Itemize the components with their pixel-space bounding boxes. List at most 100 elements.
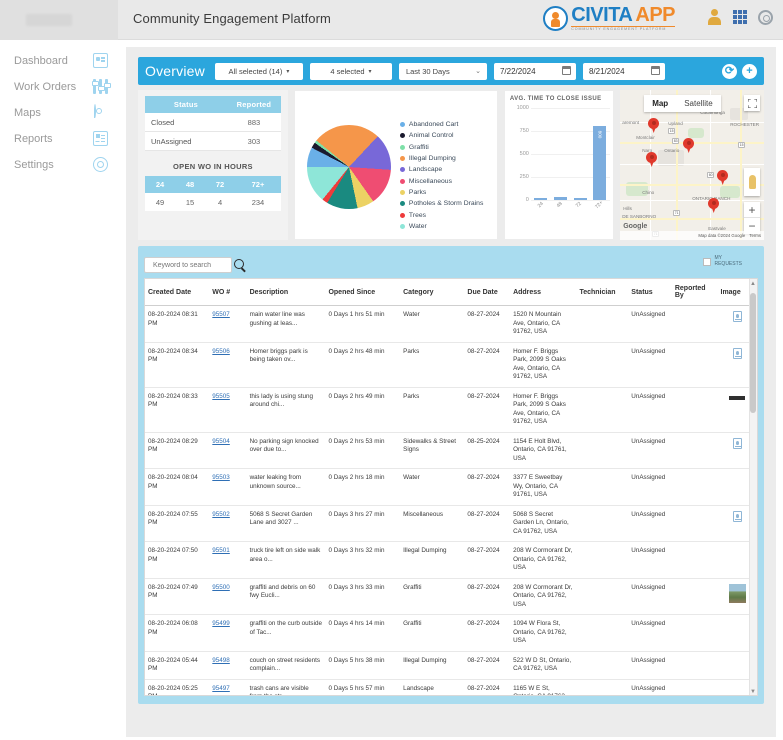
sidebar-item-reports[interactable]: Reports bbox=[0, 126, 118, 151]
work-order-link[interactable]: 95503 bbox=[212, 474, 230, 481]
column-header[interactable]: Opened Since bbox=[325, 279, 401, 306]
table-row[interactable]: 08-20-2024 05:25 PM95497 trash cans are v… bbox=[145, 679, 757, 695]
cell-status: UnAssigned bbox=[628, 387, 672, 433]
map-marker[interactable] bbox=[708, 198, 720, 213]
bar[interactable] bbox=[573, 198, 587, 200]
user-icon[interactable] bbox=[707, 9, 722, 25]
category-filter-label: All selected (14) bbox=[228, 66, 283, 76]
status-filter-dropdown[interactable]: 4 selected ▾ bbox=[309, 62, 392, 80]
refresh-icon[interactable]: ⟳ bbox=[722, 63, 737, 79]
column-header[interactable]: Due Date bbox=[464, 279, 511, 306]
satellite-view-button[interactable]: Satellite bbox=[676, 95, 720, 112]
y-tick-label: 500 bbox=[519, 151, 529, 157]
work-order-link[interactable]: 95501 bbox=[212, 547, 230, 554]
scrollbar-thumb[interactable] bbox=[750, 293, 756, 413]
legend-item[interactable]: Landscape bbox=[399, 164, 483, 175]
map-marker[interactable] bbox=[717, 170, 729, 185]
calendar-icon[interactable] bbox=[650, 66, 660, 75]
cell-description: graffiti on the curb outside of Tac... bbox=[246, 614, 326, 652]
table-row[interactable]: 08-20-2024 07:50 PM 95501 truck tire left … bbox=[145, 541, 757, 579]
bar[interactable]: 800 bbox=[593, 126, 607, 200]
table-row[interactable]: 08-20-2024 06:08 PM 95499 graffiti on the … bbox=[145, 614, 757, 652]
date-to-input[interactable]: 8/21/2024 bbox=[582, 62, 665, 80]
table-row[interactable]: 08-20-2024 08:04 PM 95503 water leaking fr… bbox=[145, 468, 757, 506]
cell-reported: 883 bbox=[226, 113, 281, 132]
cell-work-order: 95501 bbox=[209, 541, 247, 579]
work-order-link[interactable]: 95497 bbox=[212, 685, 230, 692]
bar[interactable] bbox=[553, 197, 567, 200]
sidebar-item-settings[interactable]: Settings bbox=[0, 152, 118, 177]
search-icon[interactable] bbox=[234, 259, 244, 269]
upload-icon[interactable] bbox=[732, 347, 742, 359]
table-row[interactable]: 08-20-2024 07:55 PM 95502 5068 S Secret Ga… bbox=[145, 505, 757, 542]
map-type-toggle[interactable]: Map Satellite bbox=[644, 95, 721, 112]
column-header[interactable]: Description bbox=[246, 279, 326, 306]
table-row[interactable]: 08-20-2024 08:29 PM 95504 No parking sign … bbox=[145, 432, 757, 469]
scroll-up-arrow[interactable]: ▲ bbox=[750, 281, 756, 287]
work-order-link[interactable]: 95504 bbox=[212, 438, 230, 445]
street-view-pegman-icon[interactable] bbox=[744, 168, 760, 196]
table-scrollbar[interactable]: ▲ ▼ bbox=[749, 279, 757, 695]
map-marker[interactable] bbox=[648, 118, 660, 133]
legend-item[interactable]: Trees bbox=[399, 209, 483, 220]
legend-item[interactable]: Miscellaneous bbox=[399, 175, 483, 186]
search-field[interactable] bbox=[144, 257, 244, 273]
map-marker[interactable] bbox=[646, 152, 658, 167]
work-order-link[interactable]: 95502 bbox=[212, 511, 230, 518]
legend-item[interactable]: Graffiti bbox=[399, 142, 483, 153]
map-view-button[interactable]: Map bbox=[644, 95, 676, 112]
column-header[interactable]: Status bbox=[628, 279, 672, 306]
table-row[interactable]: 08-20-2024 08:31 PM 95507 main water line … bbox=[145, 305, 757, 343]
range-filter-dropdown[interactable]: Last 30 Days ⌄ bbox=[398, 62, 487, 80]
overview-title: Overview bbox=[145, 63, 205, 79]
map-marker[interactable] bbox=[683, 138, 695, 153]
legend-item[interactable]: Potholes & Storm Drains bbox=[399, 198, 483, 209]
search-input[interactable] bbox=[151, 260, 215, 270]
table-row[interactable]: 08-20-2024 08:34 PM 95506 Homer briggs par… bbox=[145, 342, 757, 388]
legend-item[interactable]: Parks bbox=[399, 187, 483, 198]
upload-icon[interactable] bbox=[732, 311, 742, 322]
work-order-link[interactable]: 95505 bbox=[212, 393, 230, 400]
zoom-in-button[interactable]: + bbox=[744, 202, 760, 218]
work-order-link[interactable]: 95498 bbox=[212, 657, 230, 664]
legend-item[interactable]: Water bbox=[399, 221, 483, 232]
highway-shield-icon: 60 bbox=[707, 172, 715, 178]
gear-icon[interactable] bbox=[758, 9, 773, 25]
table-row[interactable]: 08-20-2024 08:33 PM 95505 this lady is usi… bbox=[145, 387, 757, 433]
fullscreen-button[interactable] bbox=[744, 95, 760, 111]
legend-item[interactable]: Animal Control bbox=[399, 130, 483, 141]
work-order-link[interactable]: 95500 bbox=[212, 584, 230, 591]
column-header[interactable]: Address bbox=[510, 279, 577, 306]
column-header[interactable]: Category bbox=[400, 279, 465, 306]
legend-item[interactable]: Abandoned Cart bbox=[399, 119, 483, 130]
calendar-icon[interactable] bbox=[561, 66, 571, 75]
column-header[interactable]: Technician bbox=[576, 279, 629, 306]
highway-shield-icon: 83 bbox=[672, 138, 680, 144]
incident-map[interactable]: aremont Upland Montclair Ontario Naro Ch… bbox=[620, 90, 764, 240]
upload-icon[interactable] bbox=[732, 510, 742, 522]
date-from-input[interactable]: 7/22/2024 bbox=[493, 62, 576, 80]
category-filter-dropdown[interactable]: All selected (14) ▾ bbox=[214, 62, 303, 80]
sidebar-item-work-orders[interactable]: Work Orders bbox=[0, 74, 118, 99]
scroll-down-arrow[interactable]: ▼ bbox=[750, 689, 756, 695]
map-terms-link[interactable]: Terms bbox=[749, 233, 761, 238]
work-orders-grid[interactable]: Created Date WO # Description Opened Since C… bbox=[144, 278, 758, 696]
column-header[interactable]: Reported By bbox=[671, 279, 718, 306]
work-order-link[interactable]: 95499 bbox=[212, 620, 230, 627]
column-header[interactable]: Created Date bbox=[145, 279, 210, 306]
sidebar-item-dashboard[interactable]: Dashboard bbox=[0, 48, 118, 73]
legend-item[interactable]: Illegal Dumping bbox=[399, 153, 483, 164]
work-order-link[interactable]: 95507 bbox=[212, 311, 230, 318]
table-row[interactable]: 08-20-2024 07:49 PM 95500 graffiti and deb… bbox=[145, 578, 757, 615]
upload-icon[interactable] bbox=[732, 437, 742, 449]
work-order-link[interactable]: 95506 bbox=[212, 348, 230, 355]
photo-thumbnail[interactable] bbox=[728, 583, 746, 603]
my-requests-checkbox[interactable] bbox=[703, 257, 712, 266]
sidebar-item-maps[interactable]: Maps bbox=[0, 100, 118, 125]
table-row[interactable]: 08-20-2024 05:44 PM 95498 couch on street … bbox=[145, 651, 757, 680]
apps-grid-icon[interactable] bbox=[733, 10, 747, 24]
my-requests-filter[interactable]: MY REQUESTS bbox=[703, 255, 742, 268]
zoom-controls[interactable]: + − bbox=[744, 202, 760, 234]
add-icon[interactable]: + bbox=[742, 63, 757, 79]
column-header[interactable]: WO # bbox=[209, 279, 247, 306]
